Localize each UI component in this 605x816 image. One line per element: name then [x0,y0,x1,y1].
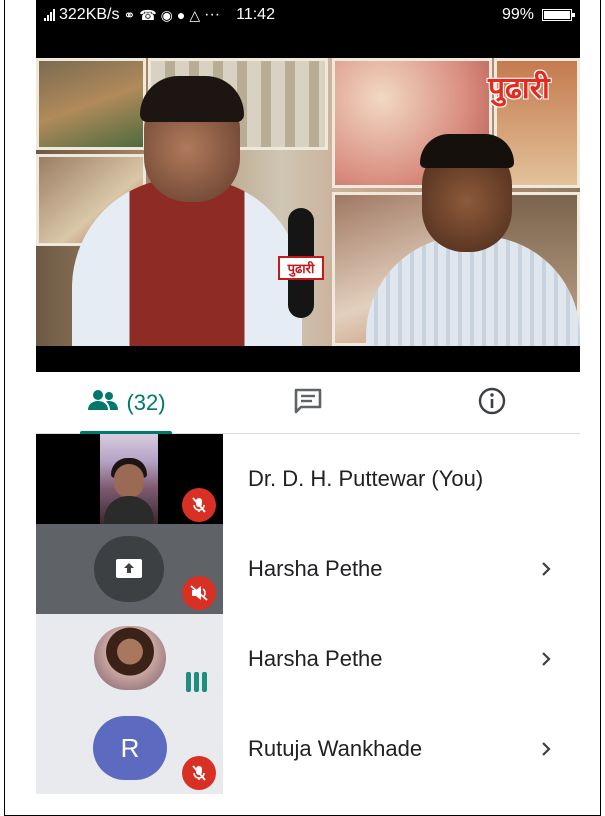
more-notifications-icon: ··· [204,6,221,23]
chevron-right-icon[interactable] [538,704,554,794]
interviewer-hair [140,76,244,122]
info-icon [477,386,507,421]
participant-row[interactable]: Harsha Pethe [36,524,580,614]
tab-people[interactable]: (32) [76,372,176,435]
notification-icon: ◉ [160,6,173,23]
camera-person-torso [104,496,154,524]
participant-name: Dr. D. H. Puttewar (You) [248,466,484,491]
status-left: 322KB/s ⚭ ☎ ◉ ● △ ··· 11:42 [44,6,275,24]
meet-app-screen: 322KB/s ⚭ ☎ ◉ ● △ ··· 11:42 99% पुढारी प… [36,0,580,794]
interviewee-hair [420,134,514,168]
presenting-tile [36,524,223,614]
people-count: (32) [126,390,166,415]
chevron-right-icon[interactable] [538,614,554,704]
self-camera-preview [100,434,158,524]
participant-name: Harsha Pethe [248,556,383,581]
self-camera-tile [36,434,223,524]
signal-icon [44,9,55,21]
battery-icon [542,9,575,21]
participant-row[interactable]: Harsha Pethe [36,614,580,704]
call-icon: ● [176,7,186,23]
channel-logo: पुढारी [488,72,550,105]
wifi-icon: ⚭ [123,6,136,23]
status-right: 99% [501,6,575,24]
whatsapp-icon: ☎ [139,6,157,23]
tab-chat[interactable] [286,372,330,434]
participant-name: Rutuja Wankhade [248,736,423,761]
clock: 11:42 [236,6,275,23]
video-frame: पुढारी पुढारी [36,58,580,346]
mic-off-icon [182,488,216,522]
camera-person-face [114,464,144,498]
present-screen-icon [94,536,164,602]
people-icon [86,388,120,418]
avatar: R [93,716,167,780]
panel-tabs: (32) [36,372,580,435]
participant-tile [36,614,223,704]
presentation-video[interactable]: पुढारी पुढारी [36,30,580,372]
participant-name: Harsha Pethe [248,646,383,671]
chevron-right-icon[interactable] [538,524,554,614]
participant-tile: R [36,704,223,794]
mic-off-icon [182,576,216,610]
tab-info[interactable] [470,372,514,434]
participant-row: Dr. D. H. Puttewar (You) [36,434,580,524]
mic-off-icon [182,756,216,790]
status-bar: 322KB/s ⚭ ☎ ◉ ● △ ··· 11:42 99% [36,0,580,30]
participant-row[interactable]: R Rutuja Wankhade [36,704,580,794]
audio-level-icon [186,672,207,692]
battery-percent: 99% [501,6,534,23]
mic-logo: पुढारी [278,256,324,280]
chat-icon [293,387,323,420]
network-speed: 322KB/s [59,6,120,23]
drive-icon: △ [189,6,201,23]
participant-list: Dr. D. H. Puttewar (You) Harsha Pethe Ha… [36,434,580,794]
avatar [94,626,166,690]
background-poster [36,58,146,150]
